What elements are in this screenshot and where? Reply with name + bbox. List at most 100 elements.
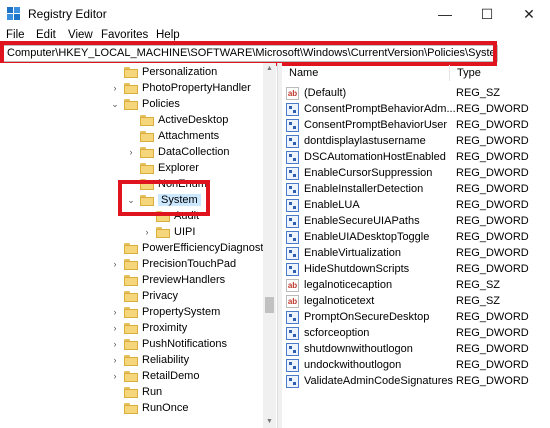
tree-item-label: PushNotifications [142,338,227,350]
tree-item[interactable]: › Proximity [110,320,188,336]
value-type: REG_DWORD [456,247,529,259]
tree-item[interactable]: PowerEfficiencyDiagnosti [110,240,266,256]
value-row[interactable]: ab (Default) REG_SZ [286,85,500,101]
value-row[interactable]: scforceoption REG_DWORD [286,325,529,341]
value-row[interactable]: EnableInstallerDetection REG_DWORD [286,181,529,197]
string-value-icon: ab [286,278,299,292]
binary-value-icon [286,262,299,276]
scroll-down-icon[interactable]: ▼ [263,416,276,428]
value-name: dontdisplaylastusername [304,135,426,147]
menu-view[interactable]: View [68,29,93,41]
tree-item[interactable]: › Reliability [110,352,190,368]
value-name: ValidateAdminCodeSignatures [304,375,453,387]
menu-favorites[interactable]: Favorites [101,29,148,41]
collapse-chevron-icon[interactable]: ⌄ [110,99,120,110]
value-row[interactable]: ConsentPromptBehaviorUser REG_DWORD [286,117,529,133]
expand-chevron-icon[interactable]: › [110,259,120,269]
value-type: REG_DWORD [456,151,529,163]
tree-item[interactable]: Attachments [126,128,219,144]
string-value-icon: ab [286,294,299,308]
binary-value-icon [286,182,299,196]
tree-scrollbar[interactable]: ▲ ▼ [263,63,276,428]
expand-chevron-icon[interactable]: › [142,227,152,237]
value-row[interactable]: ValidateAdminCodeSignatures REG_DWORD [286,373,529,389]
tree-item[interactable]: › RetailDemo [110,368,200,384]
tree-item-label: PowerEfficiencyDiagnosti [142,242,266,254]
maximize-button[interactable]: ☐ [466,0,508,28]
column-header-type[interactable]: Type [457,63,481,83]
tree-item[interactable]: ⌄ Policies [110,96,180,112]
column-header-name[interactable]: Name [289,63,318,83]
tree-item[interactable]: › PrecisionTouchPad [110,256,237,272]
tree-item[interactable]: Personalization [110,64,217,80]
tree-item-label: Proximity [142,322,188,334]
expand-chevron-icon[interactable]: › [126,147,136,157]
scroll-up-icon[interactable]: ▲ [263,63,276,75]
column-separator[interactable] [449,65,450,81]
value-row[interactable]: shutdownwithoutlogon REG_DWORD [286,341,529,357]
value-type: REG_DWORD [456,343,529,355]
tree-item[interactable]: Explorer [126,160,199,176]
menu-edit[interactable]: Edit [36,29,56,41]
binary-value-icon [286,150,299,164]
tree-item[interactable]: PreviewHandlers [110,272,225,288]
value-type: REG_DWORD [456,167,529,179]
tree-item[interactable]: › PropertySystem [110,304,221,320]
tree-item[interactable]: › PushNotifications [110,336,228,352]
value-type: REG_DWORD [456,183,529,195]
tree-item[interactable]: › DataCollection [126,144,230,160]
binary-value-icon [286,358,299,372]
expand-chevron-icon[interactable]: › [110,339,120,349]
value-name: EnableUIADesktopToggle [304,231,430,243]
tree-item[interactable]: RunOnce [110,400,188,416]
minimize-button[interactable]: — [424,0,466,28]
value-type: REG_DWORD [456,375,529,387]
expand-chevron-icon[interactable]: › [110,371,120,381]
tree-item[interactable]: › UIPI [142,224,196,240]
binary-value-icon [286,246,299,260]
close-button[interactable]: ✕ [508,0,550,28]
value-row[interactable]: ConsentPromptBehaviorAdm... REG_DWORD [286,101,529,117]
value-row[interactable]: EnableUIADesktopToggle REG_DWORD [286,229,529,245]
tree-item-label: Reliability [142,354,190,366]
value-row[interactable]: EnableSecureUIAPaths REG_DWORD [286,213,529,229]
folder-icon [124,322,138,334]
tree-item[interactable]: Privacy [110,288,178,304]
value-type: REG_DWORD [456,103,529,115]
expand-chevron-icon[interactable]: › [110,355,120,365]
value-name: ConsentPromptBehaviorUser [304,119,448,131]
value-name: HideShutdownScripts [304,263,410,275]
value-row[interactable]: DSCAutomationHostEnabled REG_DWORD [286,149,529,165]
value-row[interactable]: undockwithoutlogon REG_DWORD [286,357,529,373]
tree-item[interactable]: ActiveDesktop [126,112,228,128]
expand-chevron-icon[interactable]: › [110,83,120,93]
value-row[interactable]: EnableCursorSuppression REG_DWORD [286,165,529,181]
folder-icon [124,98,138,110]
binary-value-icon [286,214,299,228]
tree-item[interactable]: › PhotoPropertyHandler [110,80,251,96]
folder-icon [124,290,138,302]
value-row[interactable]: EnableLUA REG_DWORD [286,197,529,213]
tree-item-label: Policies [142,98,180,110]
menu-help[interactable]: Help [156,29,180,41]
folder-icon [140,130,154,142]
value-row[interactable]: ab legalnoticetext REG_SZ [286,293,500,309]
menu-file[interactable]: File [6,29,25,41]
value-row[interactable]: ab legalnoticecaption REG_SZ [286,277,500,293]
tree-item-label: DataCollection [158,146,230,158]
tree-item[interactable]: Run [110,384,162,400]
tree-item-label: ActiveDesktop [158,114,229,126]
scroll-thumb[interactable] [265,297,274,313]
value-row[interactable]: HideShutdownScripts REG_DWORD [286,261,529,277]
expand-chevron-icon[interactable]: › [110,307,120,317]
expand-chevron-icon[interactable]: › [110,323,120,333]
tree-item-label: Attachments [158,130,220,142]
value-row[interactable]: dontdisplaylastusername REG_DWORD [286,133,529,149]
binary-value-icon [286,166,299,180]
folder-icon [124,274,138,286]
value-row[interactable]: EnableVirtualization REG_DWORD [286,245,529,261]
value-type: REG_DWORD [456,215,529,227]
value-row[interactable]: PromptOnSecureDesktop REG_DWORD [286,309,529,325]
value-name: legalnoticecaption [304,279,393,291]
registry-editor-icon [7,7,20,20]
